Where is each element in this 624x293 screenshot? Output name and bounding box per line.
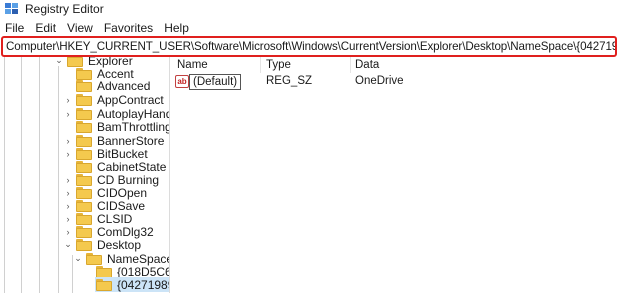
- chevron-right-icon[interactable]: ›: [63, 213, 73, 225]
- column-header-data[interactable]: Data: [355, 57, 555, 73]
- folder-icon: [76, 199, 92, 212]
- chevron-down-icon[interactable]: ⌄: [63, 239, 73, 251]
- chevron-right-icon[interactable]: ›: [63, 187, 73, 199]
- chevron-right-icon[interactable]: ›: [63, 226, 73, 238]
- chevron-right-icon[interactable]: ›: [63, 200, 73, 212]
- tree-item-label: Desktop: [97, 237, 142, 252]
- menu-favorites[interactable]: Favorites: [104, 21, 153, 35]
- folder-icon: [76, 93, 92, 106]
- value-data: OneDrive: [355, 75, 404, 87]
- tree-item-label: Advanced: [97, 78, 151, 93]
- chevron-right-icon[interactable]: ›: [63, 174, 73, 186]
- folder-icon: [76, 79, 92, 92]
- tree-item-bamthrottling[interactable]: BamThrottling: [76, 119, 170, 134]
- folder-icon: [76, 225, 92, 238]
- folder-icon: [86, 252, 102, 265]
- menu-bar: File Edit View Favorites Help: [0, 19, 624, 36]
- column-divider[interactable]: [350, 57, 351, 73]
- value-row-default[interactable]: ab (Default) REG_SZ OneDrive: [172, 74, 624, 91]
- folder-icon: [76, 147, 92, 160]
- address-bar[interactable]: Computer\HKEY_CURRENT_USER\Software\Micr…: [1, 36, 617, 57]
- registry-editor-app-icon: [5, 2, 19, 16]
- folder-icon: [76, 120, 92, 133]
- title-bar: Registry Editor: [0, 0, 624, 18]
- chevron-down-icon[interactable]: ⌄: [54, 57, 64, 67]
- value-name: (Default): [193, 76, 238, 88]
- value-type: REG_SZ: [266, 75, 313, 87]
- tree-item-04271989-selected[interactable]: {04271989: [95, 277, 170, 292]
- tree-item-label: BamThrottling: [97, 119, 170, 134]
- folder-icon: [76, 107, 92, 120]
- column-header-label: Name: [177, 59, 208, 71]
- column-header-label: Type: [266, 59, 291, 71]
- column-header-name[interactable]: Name: [177, 57, 262, 73]
- folder-icon: [76, 186, 92, 199]
- folder-icon: [96, 265, 112, 278]
- chevron-right-icon[interactable]: ›: [63, 148, 73, 160]
- tree-item-advanced[interactable]: Advanced: [76, 78, 150, 93]
- string-value-ab-icon: ab: [175, 75, 189, 88]
- folder-icon: [96, 278, 112, 291]
- menu-view[interactable]: View: [67, 21, 93, 35]
- folder-icon: [76, 238, 92, 251]
- menu-edit[interactable]: Edit: [35, 21, 56, 35]
- menu-file[interactable]: File: [5, 21, 24, 35]
- chevron-right-icon[interactable]: ›: [63, 135, 73, 147]
- chevron-right-icon[interactable]: ›: [63, 94, 73, 106]
- folder-icon: [76, 160, 92, 173]
- address-path[interactable]: Computer\HKEY_CURRENT_USER\Software\Micr…: [6, 40, 615, 53]
- tree-item-label: AppContract: [97, 92, 164, 107]
- folder-icon: [76, 212, 92, 225]
- key-tree-pane[interactable]: ⌄ Explorer Accent Advanced › AppContract…: [0, 57, 170, 293]
- menu-help[interactable]: Help: [164, 21, 189, 35]
- tree-item-desktop[interactable]: ⌄ Desktop: [63, 237, 141, 252]
- chevron-down-icon[interactable]: ⌄: [73, 253, 83, 265]
- folder-icon: [76, 173, 92, 186]
- tree-item-appcontract[interactable]: › AppContract: [63, 92, 164, 107]
- value-name-cell[interactable]: (Default): [189, 74, 242, 90]
- window-title: Registry Editor: [25, 2, 104, 16]
- values-list-pane[interactable]: Name Type Data ab (Default) REG_SZ OneDr…: [172, 57, 624, 293]
- column-header-type[interactable]: Type: [266, 57, 351, 73]
- folder-icon: [76, 134, 92, 147]
- column-divider[interactable]: [260, 57, 261, 73]
- column-header-label: Data: [355, 59, 380, 71]
- tree-item-label: {04271989: [117, 277, 170, 292]
- chevron-right-icon[interactable]: ›: [63, 108, 73, 120]
